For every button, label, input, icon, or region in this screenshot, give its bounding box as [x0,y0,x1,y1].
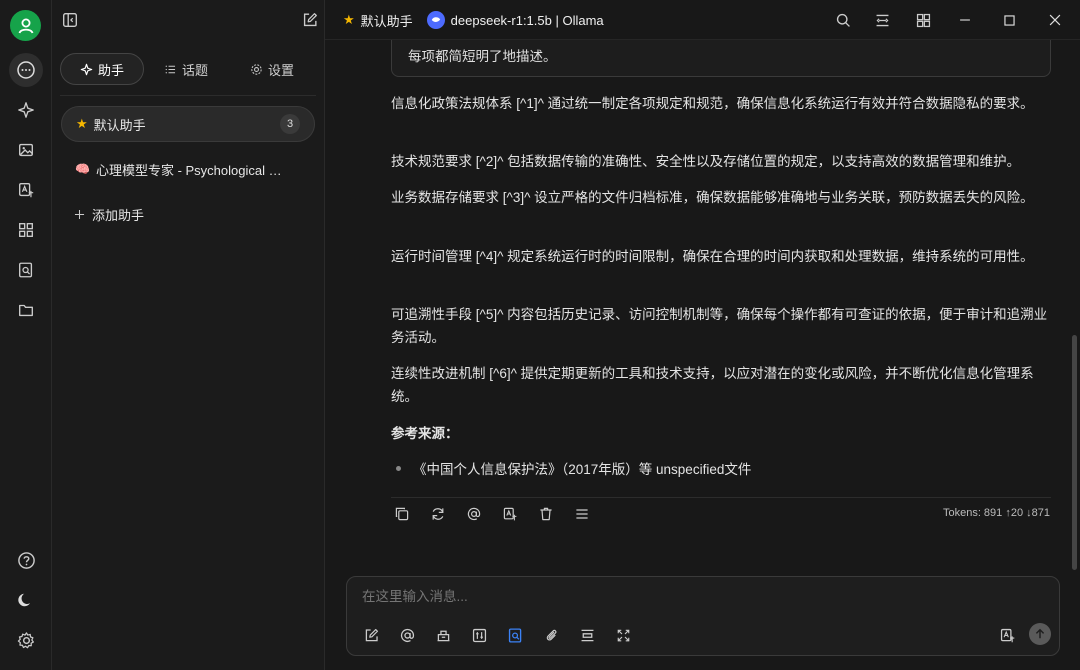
reference-list-item: 《中国个人信息保护法》（2017年版）等 unspecified文件 [396,458,751,478]
add-assistant-button[interactable]: 添加助手 [61,196,315,232]
answer-paragraph: 连续性改进机制 [^6]^ 提供定期更新的工具和技术支持，以应对潜在的变化或风险… [391,366,1034,404]
list-icon [165,65,176,73]
answer-paragraph: 业务数据存储要求 [^3]^ 设立严格的文件归档标准，确保数据能够准确地与业务关… [391,190,1034,205]
maximize-icon[interactable] [994,5,1024,35]
user-avatar[interactable] [10,10,41,41]
left-rail [0,0,52,670]
help-icon[interactable] [9,543,43,577]
message-list: 每项都简短明了地描述。 信息化政策法规体系 [^1]^ 通过统一制定各项规定和规… [326,40,1072,575]
translate-icon[interactable] [9,173,43,207]
assistants-sidebar: 助手 话题 设置 ★ 默认助手 3 🧠 心理模型专家 - Psychologic… [52,0,325,670]
tab-label: 话题 [182,62,209,78]
topic-count-badge: 3 [280,114,300,134]
answer-paragraph: 信息化政策法规体系 [^1]^ 通过统一制定各项规定和规范，确保信息化系统运行有… [391,96,1034,111]
expand-fullscreen-icon[interactable] [611,623,635,647]
chat-icon[interactable] [9,53,43,87]
layout-grid-icon[interactable] [908,5,938,35]
minimize-icon[interactable] [950,5,980,35]
knowledge-search-icon[interactable] [9,253,43,287]
knowledge-base-icon[interactable] [503,623,527,647]
tab-settings[interactable]: 设置 [240,53,304,85]
message-composer [346,576,1060,656]
star-icon: ★ [343,12,355,27]
previous-message-bubble: 每项都简短明了地描述。 [391,40,1051,77]
sparkle-icon [80,63,93,75]
theme-moon-icon[interactable] [9,583,43,617]
assistant-item-psychology[interactable]: 🧠 心理模型专家 - Psychological Models Expert [61,151,315,187]
bullet [396,465,401,471]
folder-icon[interactable] [9,293,43,327]
send-arrow-icon[interactable] [1029,623,1051,645]
translate-icon[interactable] [499,502,521,526]
star-icon: ★ [76,116,88,131]
assistant-name: 默认助手 [93,117,146,133]
sidebar-tabs: 助手 话题 设置 [60,51,316,87]
brain-icon: 🧠 [75,162,90,176]
toggle-sidebar-icon[interactable] [57,8,83,32]
apps-grid-icon[interactable] [9,213,43,247]
tab-assistants[interactable]: 助手 [60,53,144,85]
agents-sparkle-icon[interactable] [9,93,43,127]
new-chat-icon[interactable] [297,8,323,32]
topbar-title: ★ 默认助手 deepseek-r1:1.5b | Ollama [343,0,604,40]
current-assistant-name: 默认助手 [360,13,413,29]
close-icon[interactable] [1040,5,1070,35]
sidebar-header [52,0,325,40]
new-topic-edit-icon[interactable] [359,623,383,647]
more-menu-icon[interactable] [571,502,593,526]
deepseek-logo-icon [426,11,445,29]
settings-gear-icon[interactable] [9,623,43,657]
answer-paragraph: 运行时间管理 [^4]^ 规定系统运行时的时间限制，确保在合理的时间内获取和处理… [391,249,1034,264]
copy-icon[interactable] [391,502,413,526]
assistant-name: 心理模型专家 - Psychological Models Expert [95,162,284,178]
mention-at-icon[interactable] [395,623,419,647]
tab-topics[interactable]: 话题 [154,53,218,85]
chat-topbar: ★ 默认助手 deepseek-r1:1.5b | Ollama [325,0,1080,40]
assistant-item-default[interactable]: ★ 默认助手 3 [61,106,315,142]
plus-icon [74,209,85,219]
translate-input-icon[interactable] [995,623,1019,647]
sidebar-divider [60,95,316,96]
add-assistant-label: 添加助手 [92,207,145,223]
clear-context-icon[interactable] [575,623,599,647]
message-input[interactable] [362,589,962,604]
search-icon[interactable] [828,5,858,35]
chat-scrollbar[interactable] [1072,335,1077,570]
tab-label: 助手 [97,62,124,78]
model-selector[interactable]: deepseek-r1:1.5b | Ollama [451,13,604,28]
tab-label: 设置 [268,62,295,78]
gear-icon [251,63,262,75]
mcp-tools-icon[interactable] [431,623,455,647]
composer-toolbar [359,623,635,647]
answer-paragraph: 技术规范要求 [^2]^ 包括数据传输的准确性、安全性以及存储位置的规定，以支持… [391,154,1021,169]
mention-model-icon[interactable] [463,502,485,526]
parameters-icon[interactable] [467,623,491,647]
previous-message-text: 每项都简短明了地描述。 [408,49,557,64]
image-icon[interactable] [9,133,43,167]
attachment-paperclip-icon[interactable] [539,623,563,647]
message-divider [391,497,1051,498]
reference-text: 《中国个人信息保护法》（2017年版）等 unspecified文件 [413,462,752,477]
answer-paragraph: 可追溯性手段 [^5]^ 内容包括历史记录、访问控制机制等，确保每个操作都有可查… [391,307,1048,345]
message-actions [391,502,593,526]
token-usage: Tokens: 891 ↑20 ↓871 [942,507,1050,519]
regenerate-icon[interactable] [427,502,449,526]
narrow-mode-icon[interactable] [867,5,897,35]
user-icon [18,18,33,33]
references-heading: 参考来源： [391,426,459,441]
delete-trash-icon[interactable] [535,502,557,526]
